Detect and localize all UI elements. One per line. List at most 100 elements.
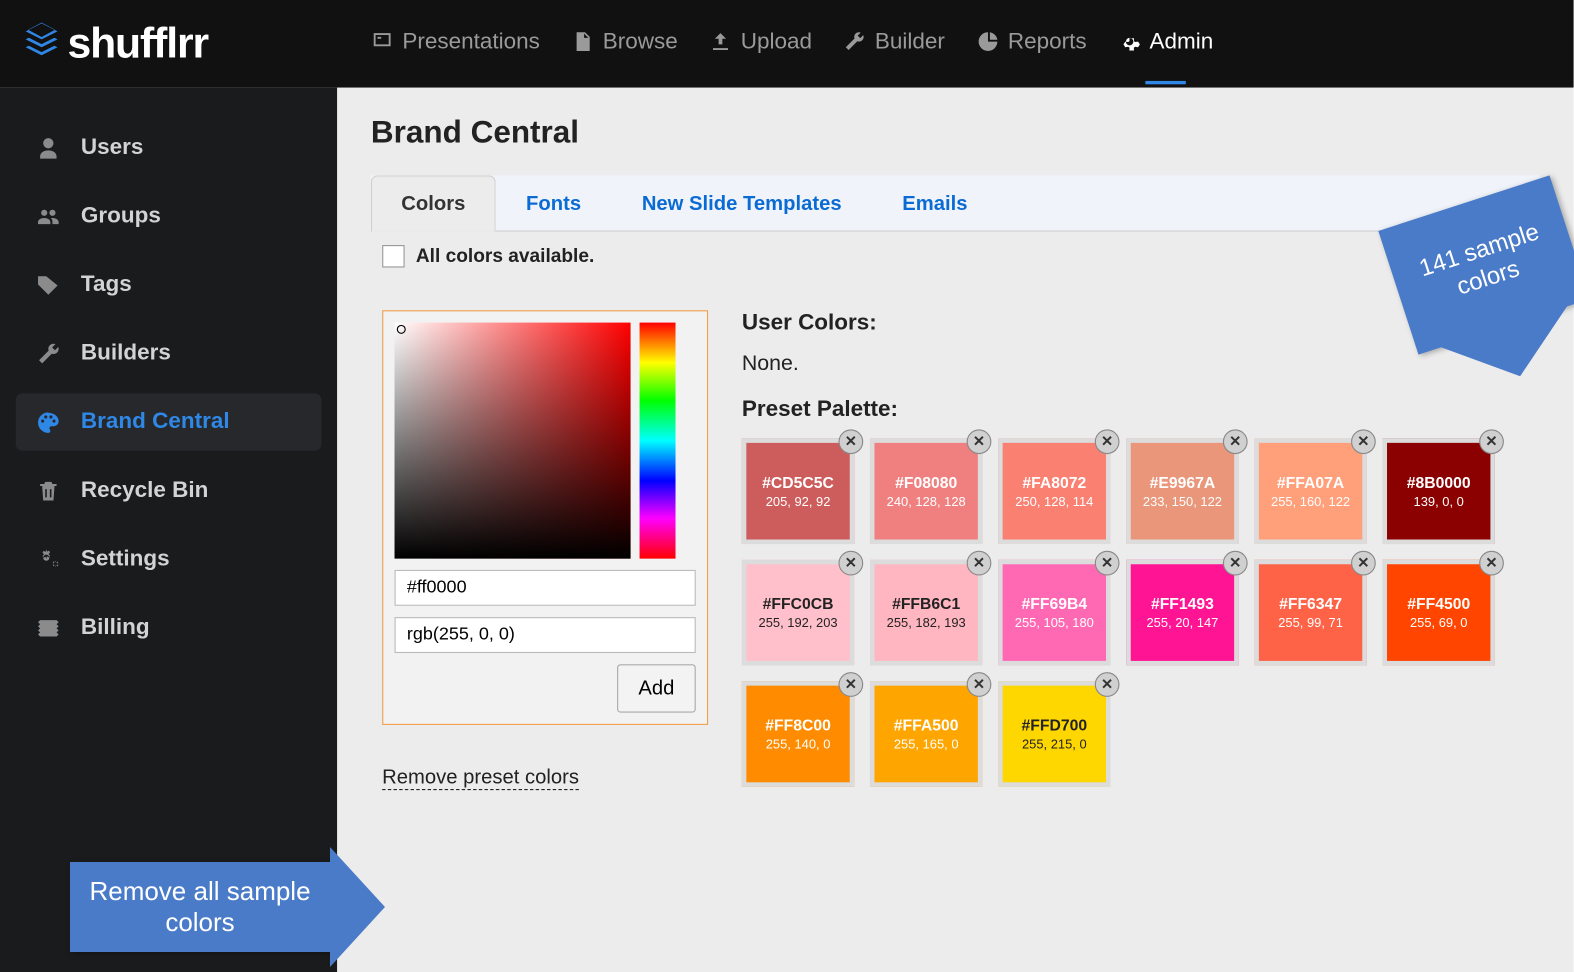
swatch-rgb: 255, 69, 0 <box>1410 617 1467 630</box>
remove-swatch-button[interactable]: ✕ <box>967 551 992 576</box>
add-color-button[interactable]: Add <box>617 664 696 712</box>
swatch-rgb: 255, 192, 203 <box>759 617 838 630</box>
color-swatch[interactable]: ✕#FF8C00255, 140, 0 <box>742 681 854 787</box>
sidebar-item-recycle-bin[interactable]: Recycle Bin <box>16 462 322 519</box>
main-nav: Presentations Browse Upload Builder Repo… <box>371 29 1213 59</box>
nav-builder[interactable]: Builder <box>843 29 944 59</box>
swatch-rgb: 255, 99, 71 <box>1278 617 1343 630</box>
swatch-hex: #FF6347 <box>1279 595 1342 613</box>
sidebar-item-groups[interactable]: Groups <box>16 188 322 245</box>
nav-reports[interactable]: Reports <box>976 29 1086 59</box>
sidebar-item-users[interactable]: Users <box>16 119 322 176</box>
hue-slider[interactable] <box>640 323 676 559</box>
group-icon <box>36 204 61 229</box>
swatch-hex: #FF69B4 <box>1022 595 1088 613</box>
sidebar-label: Brand Central <box>81 409 230 435</box>
color-swatch[interactable]: ✕#FFA500255, 165, 0 <box>870 681 982 787</box>
tab-label: Emails <box>902 192 967 214</box>
remove-swatch-button[interactable]: ✕ <box>1095 672 1120 697</box>
hex-input[interactable] <box>395 570 696 606</box>
remove-swatch-button[interactable]: ✕ <box>839 429 864 454</box>
tab-label: New Slide Templates <box>642 192 842 214</box>
saturation-value-area[interactable] <box>395 323 631 559</box>
swatch-hex: #FFB6C1 <box>892 595 960 613</box>
sidebar-label: Groups <box>81 203 161 229</box>
color-swatch[interactable]: ✕#E9967A233, 150, 122 <box>1126 438 1238 544</box>
picker-handle[interactable] <box>397 325 406 334</box>
gear-icon <box>1118 30 1140 52</box>
swatch-rgb: 255, 105, 180 <box>1015 617 1094 630</box>
nav-label: Admin <box>1150 29 1214 55</box>
tab-fonts[interactable]: Fonts <box>496 175 612 231</box>
logo-icon <box>22 20 60 68</box>
remove-swatch-button[interactable]: ✕ <box>1351 429 1376 454</box>
preset-swatch-grid: ✕#CD5C5C205, 92, 92✕#F08080240, 128, 128… <box>742 438 1529 786</box>
tab-new-slide-templates[interactable]: New Slide Templates <box>611 175 871 231</box>
swatch-rgb: 255, 182, 193 <box>887 617 966 630</box>
swatch-rgb: 240, 128, 128 <box>887 496 966 509</box>
nav-label: Upload <box>741 29 812 55</box>
remove-swatch-button[interactable]: ✕ <box>1223 551 1248 576</box>
trash-icon <box>36 478 61 503</box>
remove-swatch-button[interactable]: ✕ <box>1095 551 1120 576</box>
nav-presentations[interactable]: Presentations <box>371 29 540 59</box>
swatch-hex: #FF1493 <box>1151 595 1214 613</box>
sidebar-label: Tags <box>81 272 132 298</box>
sidebar-item-settings[interactable]: Settings <box>16 531 322 588</box>
color-swatch[interactable]: ✕#FF6347255, 99, 71 <box>1254 560 1366 666</box>
nav-admin[interactable]: Admin <box>1118 29 1213 59</box>
swatch-rgb: 255, 160, 122 <box>1271 496 1350 509</box>
remove-swatch-button[interactable]: ✕ <box>967 429 992 454</box>
page-title: Brand Central <box>371 115 1540 151</box>
all-colors-label: All colors available. <box>416 245 594 267</box>
logo[interactable]: shufflrr <box>22 20 337 68</box>
tab-emails[interactable]: Emails <box>872 175 998 231</box>
color-swatch[interactable]: ✕#FA8072250, 128, 114 <box>998 438 1110 544</box>
tab-colors[interactable]: Colors <box>371 175 496 231</box>
remove-swatch-button[interactable]: ✕ <box>1095 429 1120 454</box>
nav-browse[interactable]: Browse <box>571 29 677 59</box>
color-swatch[interactable]: ✕#F08080240, 128, 128 <box>870 438 982 544</box>
remove-swatch-button[interactable]: ✕ <box>1479 429 1504 454</box>
swatch-hex: #FA8072 <box>1022 473 1086 491</box>
main-panel: Brand Central Colors Fonts New Slide Tem… <box>337 88 1573 972</box>
swatch-rgb: 250, 128, 114 <box>1015 496 1093 509</box>
nav-label: Presentations <box>402 29 539 55</box>
tab-label: Fonts <box>526 192 581 214</box>
sidebar-item-tags[interactable]: Tags <box>16 256 322 313</box>
swatch-hex: #FF4500 <box>1407 595 1470 613</box>
nav-label: Builder <box>875 29 945 55</box>
wrench-icon <box>36 341 61 366</box>
rgb-input[interactable] <box>395 617 696 653</box>
remove-swatch-button[interactable]: ✕ <box>967 672 992 697</box>
remove-swatch-button[interactable]: ✕ <box>839 672 864 697</box>
remove-swatch-button[interactable]: ✕ <box>1479 551 1504 576</box>
remove-swatch-button[interactable]: ✕ <box>1223 429 1248 454</box>
sidebar-item-builders[interactable]: Builders <box>16 325 322 382</box>
sidebar-label: Settings <box>81 546 170 572</box>
remove-swatch-button[interactable]: ✕ <box>1351 551 1376 576</box>
all-colors-checkbox[interactable] <box>382 245 404 267</box>
topbar: shufflrr Presentations Browse Upload Bui… <box>0 0 1574 88</box>
sidebar-label: Builders <box>81 341 171 367</box>
sidebar-label: Users <box>81 135 144 161</box>
color-swatch[interactable]: ✕#FFB6C1255, 182, 193 <box>870 560 982 666</box>
color-swatch[interactable]: ✕#FFA07A255, 160, 122 <box>1254 438 1366 544</box>
swatch-rgb: 255, 215, 0 <box>1022 738 1087 751</box>
color-swatch[interactable]: ✕#FFC0CB255, 192, 203 <box>742 560 854 666</box>
color-swatch[interactable]: ✕#FF4500255, 69, 0 <box>1383 560 1495 666</box>
gears-icon <box>36 547 61 572</box>
ticket-icon <box>36 615 61 640</box>
color-swatch[interactable]: ✕#FF69B4255, 105, 180 <box>998 560 1110 666</box>
remove-swatch-button[interactable]: ✕ <box>839 551 864 576</box>
sidebar-item-billing[interactable]: Billing <box>16 599 322 656</box>
remove-preset-colors-link[interactable]: Remove preset colors <box>382 765 579 790</box>
color-swatch[interactable]: ✕#8B0000139, 0, 0 <box>1383 438 1495 544</box>
preset-palette-heading: Preset Palette: <box>742 397 1529 423</box>
color-swatch[interactable]: ✕#CD5C5C205, 92, 92 <box>742 438 854 544</box>
swatch-rgb: 139, 0, 0 <box>1414 496 1464 509</box>
sidebar-item-brand-central[interactable]: Brand Central <box>16 393 322 450</box>
color-swatch[interactable]: ✕#FFD700255, 215, 0 <box>998 681 1110 787</box>
nav-upload[interactable]: Upload <box>709 29 812 59</box>
color-swatch[interactable]: ✕#FF1493255, 20, 147 <box>1126 560 1238 666</box>
